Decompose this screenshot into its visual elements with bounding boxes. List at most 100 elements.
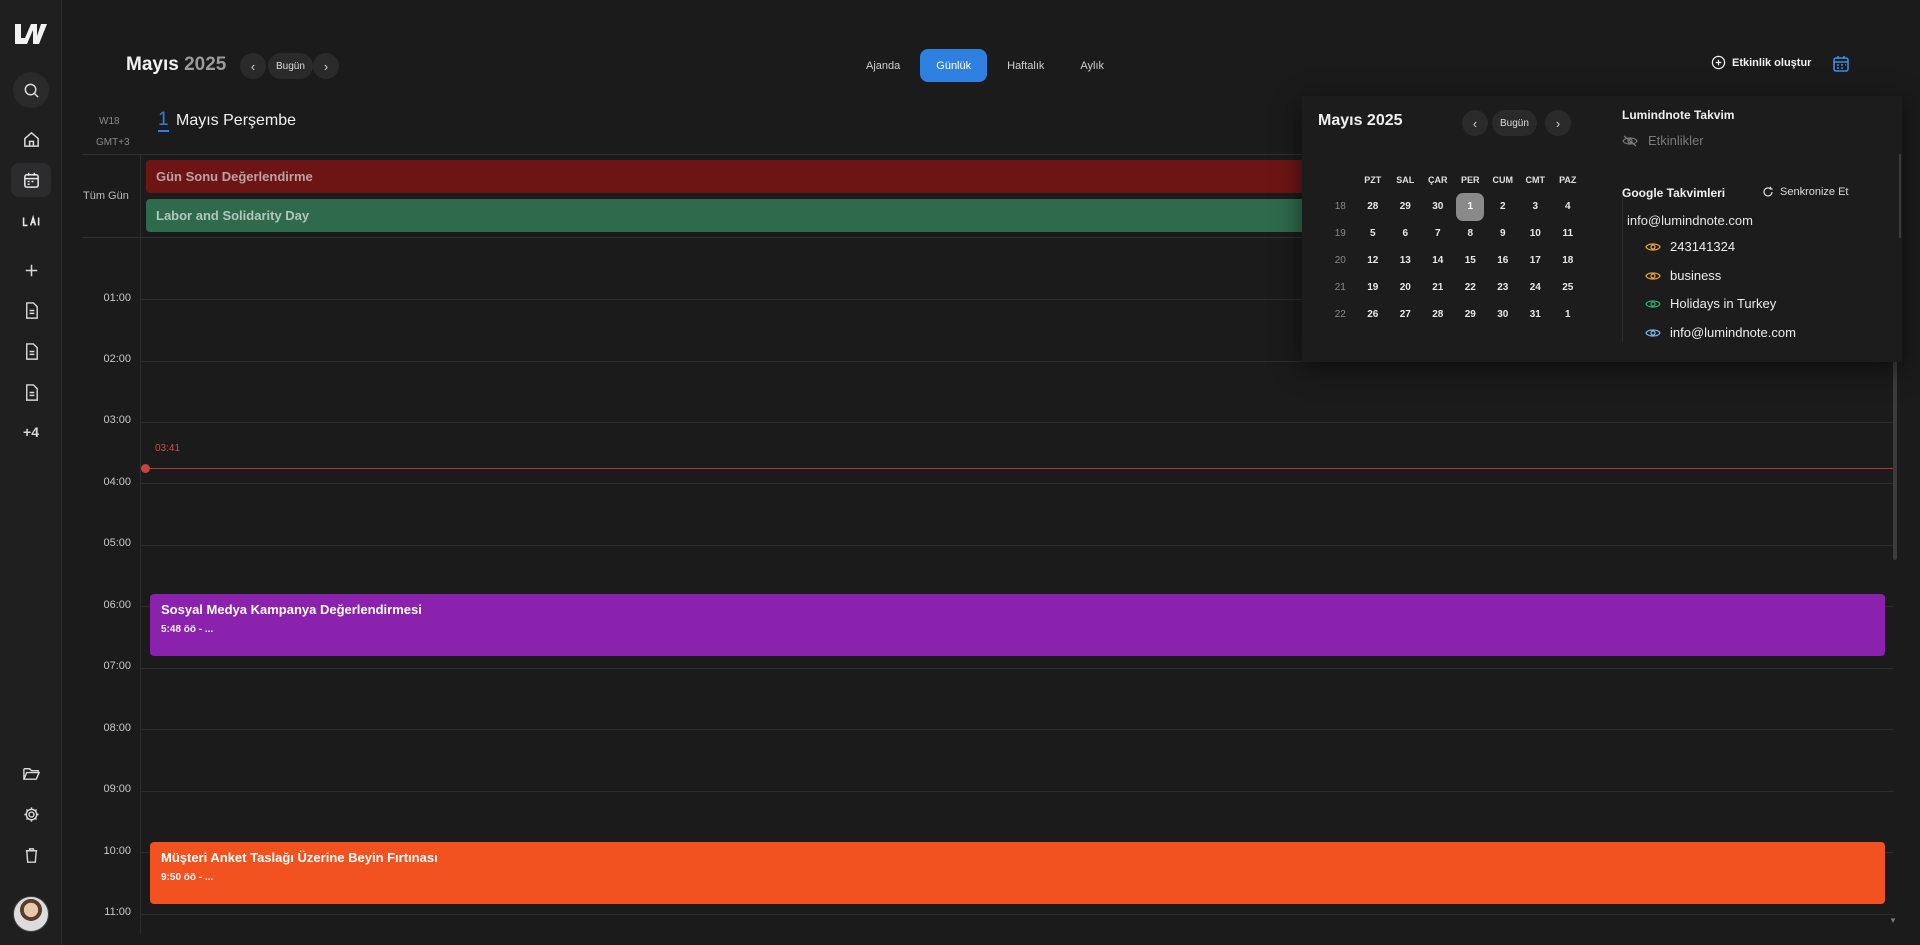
event-title: Sosyal Medya Kampanya Değerlendirmesi bbox=[161, 602, 422, 617]
plus-circle-icon bbox=[1711, 55, 1726, 70]
scroll-down-arrow-icon[interactable]: ▼ bbox=[1889, 916, 1897, 925]
hour-label: 08:00 bbox=[103, 722, 131, 734]
day-cell[interactable]: 8 bbox=[1454, 228, 1487, 239]
home-button[interactable] bbox=[11, 122, 51, 156]
day-cell[interactable]: 12 bbox=[1357, 255, 1390, 266]
create-event-button[interactable]: Etkinlik oluştur bbox=[1711, 55, 1811, 70]
panel-scrollbar[interactable] bbox=[1899, 154, 1901, 238]
calendar-name: Holidays in Turkey bbox=[1670, 296, 1777, 311]
next-day-button[interactable]: › bbox=[313, 53, 339, 79]
eye-off-icon bbox=[1622, 135, 1638, 146]
day-cell[interactable]: 9 bbox=[1487, 228, 1520, 239]
more-pages-button[interactable]: +4 bbox=[11, 415, 51, 449]
hour-line bbox=[141, 791, 1893, 792]
search-button[interactable] bbox=[13, 72, 49, 108]
today-button[interactable]: Bugün bbox=[268, 53, 313, 79]
day-cell[interactable]: 21 bbox=[1422, 282, 1455, 293]
tab-agenda[interactable]: Ajanda bbox=[850, 49, 916, 82]
day-cell[interactable]: 30 bbox=[1487, 309, 1520, 320]
weekday-label: CMT bbox=[1525, 174, 1546, 185]
day-cell[interactable]: 11 bbox=[1552, 228, 1585, 239]
day-cell[interactable]: 25 bbox=[1552, 282, 1585, 293]
hour-label: 02:00 bbox=[103, 353, 131, 365]
week-number: 22 bbox=[1334, 309, 1346, 320]
sync-button[interactable]: Senkronize Et bbox=[1762, 186, 1848, 198]
tab-monthly[interactable]: Aylık bbox=[1064, 49, 1120, 82]
day-cell[interactable]: 31 bbox=[1519, 309, 1552, 320]
day-cell[interactable]: 13 bbox=[1389, 255, 1422, 266]
user-avatar[interactable] bbox=[13, 896, 49, 932]
document-button-3[interactable] bbox=[11, 375, 51, 409]
day-cell[interactable]: 30 bbox=[1422, 201, 1455, 212]
prev-day-button[interactable]: ‹ bbox=[240, 53, 266, 79]
day-cell[interactable]: 19 bbox=[1357, 282, 1390, 293]
eye-icon bbox=[1645, 328, 1661, 337]
mini-prev-month-button[interactable]: ‹ bbox=[1462, 110, 1488, 136]
day-cell[interactable]: 29 bbox=[1454, 309, 1487, 320]
selected-day-cell[interactable]: 1 bbox=[1454, 192, 1487, 221]
calendar-toggle-business[interactable]: business bbox=[1645, 268, 1721, 283]
timezone-label: GMT+3 bbox=[96, 137, 130, 148]
day-cell[interactable]: 6 bbox=[1389, 228, 1422, 239]
hour-line bbox=[141, 668, 1893, 669]
day-label: Mayıs Perşembe bbox=[176, 112, 297, 129]
document-button-2[interactable] bbox=[11, 334, 51, 368]
day-cell[interactable]: 7 bbox=[1422, 228, 1455, 239]
scrollbar-thumb[interactable] bbox=[1893, 360, 1897, 560]
trash-button[interactable] bbox=[11, 838, 51, 872]
ai-button[interactable] bbox=[11, 204, 51, 238]
day-cell[interactable]: 3 bbox=[1519, 201, 1552, 212]
day-cell[interactable]: 27 bbox=[1389, 309, 1422, 320]
calendar-toggle-info[interactable]: info@lumindnote.com bbox=[1645, 325, 1796, 340]
week-row: 20 12 13 14 15 16 17 18 bbox=[1324, 247, 1584, 274]
calendar-panel-toggle-icon[interactable] bbox=[1831, 54, 1851, 74]
day-cell[interactable]: 28 bbox=[1357, 201, 1390, 212]
week-number: W18 bbox=[99, 116, 120, 127]
day-cell[interactable]: 10 bbox=[1519, 228, 1552, 239]
day-cell[interactable]: 1 bbox=[1552, 309, 1585, 320]
lumindnote-logo[interactable] bbox=[13, 22, 49, 48]
day-cell[interactable]: 26 bbox=[1357, 309, 1390, 320]
day-cell[interactable]: 29 bbox=[1389, 201, 1422, 212]
folder-button[interactable] bbox=[11, 756, 51, 790]
day-cell[interactable]: 28 bbox=[1422, 309, 1455, 320]
current-time-dot bbox=[141, 464, 150, 473]
lumindnote-events-toggle[interactable]: Etkinlikler bbox=[1622, 133, 1704, 148]
calendar-toggle-holidays[interactable]: Holidays in Turkey bbox=[1645, 296, 1776, 311]
tab-weekly[interactable]: Haftalık bbox=[991, 49, 1060, 82]
calendar-nav-button[interactable] bbox=[11, 163, 51, 197]
calendar-name: info@lumindnote.com bbox=[1670, 325, 1796, 340]
day-cell[interactable]: 15 bbox=[1454, 255, 1487, 266]
document-button-1[interactable] bbox=[11, 293, 51, 327]
day-cell[interactable]: 5 bbox=[1357, 228, 1390, 239]
day-cell[interactable]: 4 bbox=[1552, 201, 1585, 212]
refresh-icon bbox=[1763, 186, 1773, 197]
mini-calendar-title: Mayıs 2025 bbox=[1318, 112, 1403, 129]
selected-day-label: 1 bbox=[1456, 192, 1485, 221]
new-page-button[interactable] bbox=[11, 253, 51, 287]
calendar-event[interactable]: Sosyal Medya Kampanya Değerlendirmesi 5:… bbox=[150, 594, 1885, 656]
day-cell[interactable]: 2 bbox=[1487, 201, 1520, 212]
day-cell[interactable]: 18 bbox=[1552, 255, 1585, 266]
hour-label: 06:00 bbox=[103, 599, 131, 611]
create-event-label: Etkinlik oluştur bbox=[1732, 56, 1812, 69]
calendar-event[interactable]: Müşteri Anket Taslağı Üzerine Beyin Fırt… bbox=[150, 842, 1885, 904]
hour-label: 01:00 bbox=[103, 292, 131, 304]
day-number: 1 bbox=[158, 109, 169, 132]
day-cell[interactable]: 22 bbox=[1454, 282, 1487, 293]
lumindnote-calendar-title: Lumindnote Takvim bbox=[1622, 108, 1735, 122]
tab-daily[interactable]: Günlük bbox=[920, 49, 988, 82]
mini-calendar-grid: PZT SAL ÇAR PER CUM CMT PAZ 18 28 29 30 … bbox=[1324, 166, 1584, 328]
day-cell[interactable]: 14 bbox=[1422, 255, 1455, 266]
mini-next-month-button[interactable]: › bbox=[1545, 110, 1571, 136]
ai-logo-icon bbox=[22, 214, 39, 226]
day-cell[interactable]: 16 bbox=[1487, 255, 1520, 266]
day-cell[interactable]: 24 bbox=[1519, 282, 1552, 293]
day-cell[interactable]: 17 bbox=[1519, 255, 1552, 266]
day-cell[interactable]: 23 bbox=[1487, 282, 1520, 293]
view-switcher: Ajanda Günlük Haftalık Aylık bbox=[850, 49, 1124, 82]
settings-button[interactable] bbox=[11, 797, 51, 831]
calendar-toggle-243141324[interactable]: 243141324 bbox=[1645, 239, 1735, 254]
day-cell[interactable]: 20 bbox=[1389, 282, 1422, 293]
mini-today-button[interactable]: Bugün bbox=[1492, 110, 1537, 136]
